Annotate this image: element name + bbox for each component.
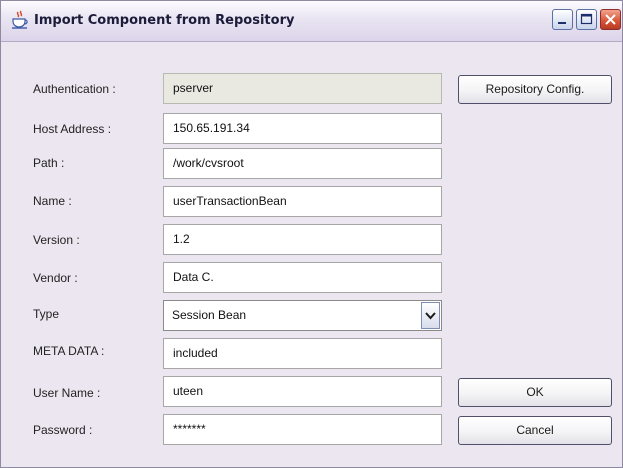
version-field[interactable]: 1.2	[163, 224, 442, 255]
vendor-label: Vendor :	[33, 271, 78, 285]
authentication-label: Authentication :	[33, 82, 116, 96]
name-field[interactable]: userTransactionBean	[163, 186, 442, 217]
host-address-label: Host Address :	[33, 122, 112, 136]
host-address-field[interactable]: 150.65.191.34	[163, 113, 442, 144]
user-name-label: User Name :	[33, 386, 101, 400]
maximize-icon	[580, 13, 593, 25]
cancel-button[interactable]: Cancel	[458, 416, 612, 445]
type-select[interactable]: Session Bean	[163, 300, 442, 331]
password-label: Password :	[33, 423, 93, 437]
type-select-value: Session Bean	[172, 308, 247, 322]
minimize-icon	[558, 22, 566, 24]
type-label: Type	[33, 307, 60, 321]
authentication-field: pserver	[163, 73, 442, 104]
java-coffee-cup-icon	[10, 10, 30, 30]
ok-button[interactable]: OK	[458, 378, 612, 407]
meta-data-label: META DATA :	[33, 344, 105, 358]
path-label: Path :	[33, 156, 65, 170]
import-dialog: Import Component from Repository Authent…	[0, 0, 623, 468]
window-title: Import Component from Repository	[34, 13, 295, 28]
repository-config-button[interactable]: Repository Config.	[458, 75, 612, 104]
chevron-down-icon	[425, 312, 436, 320]
name-label: Name :	[33, 194, 72, 208]
type-dropdown-button[interactable]	[421, 302, 440, 329]
password-field[interactable]: *******	[163, 414, 442, 445]
minimize-button[interactable]	[552, 9, 573, 30]
user-name-field[interactable]: uteen	[163, 376, 442, 407]
vendor-field[interactable]: Data C.	[163, 262, 442, 293]
close-icon	[605, 14, 616, 25]
path-field[interactable]: /work/cvsroot	[163, 148, 442, 179]
maximize-button[interactable]	[576, 9, 597, 30]
version-label: Version :	[33, 233, 80, 247]
meta-data-field[interactable]: included	[163, 338, 442, 369]
close-button[interactable]	[600, 9, 621, 30]
title-bar[interactable]: Import Component from Repository	[1, 1, 622, 42]
